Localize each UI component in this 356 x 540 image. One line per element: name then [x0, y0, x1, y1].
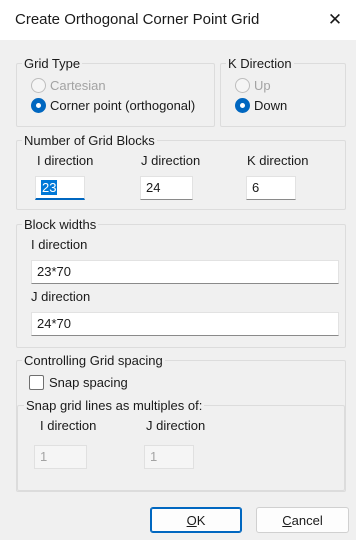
grid-spacing-legend: Controlling Grid spacing: [22, 353, 165, 368]
grid-blocks-group: Number of Grid Blocks I direction J dire…: [16, 133, 346, 210]
close-icon: ✕: [327, 10, 343, 29]
grid-blocks-j-input[interactable]: 24: [140, 176, 193, 200]
down-radio-circle: [235, 97, 250, 113]
snap-spacing-checkbox[interactable]: Snap spacing: [29, 375, 128, 390]
up-radio[interactable]: Up: [235, 76, 271, 94]
down-radio[interactable]: Down: [235, 96, 287, 114]
corner-point-label: Corner point (orthogonal): [50, 97, 196, 113]
grid-type-group: Grid Type Cartesian Corner point (orthog…: [16, 56, 215, 127]
cancel-rest: ancel: [291, 512, 323, 528]
grid-blocks-j-label: J direction: [141, 153, 201, 168]
ok-mnemonic: O: [186, 512, 197, 528]
grid-blocks-k-input[interactable]: 6: [246, 176, 296, 200]
snap-i-label: I direction: [40, 418, 97, 433]
snap-spacing-label: Snap spacing: [49, 375, 128, 390]
block-widths-i-label: I direction: [31, 237, 88, 252]
snap-j-label: J direction: [146, 418, 206, 433]
snap-j-value: 1: [150, 449, 158, 464]
grid-blocks-j-value: 24: [146, 180, 161, 195]
k-direction-group: K Direction Up Down: [220, 56, 346, 127]
grid-blocks-i-value: 23: [41, 180, 58, 195]
grid-spacing-group: Controlling Grid spacing Snap spacing Sn…: [16, 353, 346, 492]
grid-blocks-k-label: K direction: [247, 153, 309, 168]
grid-type-legend: Grid Type: [22, 56, 83, 71]
ok-rest: K: [196, 512, 206, 528]
block-widths-group: Block widths I direction 23*70 J directi…: [16, 217, 346, 348]
grid-blocks-i-input[interactable]: 23: [35, 176, 85, 200]
snap-multiples-group: Snap grid lines as multiples of: I direc…: [17, 398, 345, 491]
cartesian-radio-circle: [31, 77, 46, 93]
cancel-mnemonic: C: [282, 512, 292, 528]
block-widths-j-label: J direction: [31, 289, 91, 304]
dialog-title: Create Orthogonal Corner Point Grid: [15, 11, 260, 28]
block-widths-i-value: 23*70: [37, 264, 71, 279]
block-widths-i-input[interactable]: 23*70: [31, 260, 339, 284]
block-widths-legend: Block widths: [22, 217, 99, 232]
up-radio-circle: [235, 77, 250, 93]
corner-point-radio-circle: [31, 97, 46, 113]
snap-i-value: 1: [40, 449, 48, 464]
cartesian-label: Cartesian: [50, 77, 106, 93]
down-label: Down: [254, 97, 288, 113]
ok-button[interactable]: OK: [150, 507, 242, 533]
block-widths-j-input[interactable]: 24*70: [31, 312, 339, 336]
title-bar: Create Orthogonal Corner Point Grid ✕: [0, 0, 356, 40]
grid-blocks-legend: Number of Grid Blocks: [22, 133, 157, 148]
k-direction-legend: K Direction: [226, 56, 294, 71]
snap-i-input[interactable]: 1: [34, 445, 87, 469]
cancel-button[interactable]: Cancel: [256, 507, 349, 533]
close-button[interactable]: ✕: [318, 4, 352, 36]
corner-point-radio[interactable]: Corner point (orthogonal): [31, 96, 195, 114]
grid-blocks-k-value: 6: [252, 180, 260, 195]
snap-j-input[interactable]: 1: [144, 445, 194, 469]
snap-spacing-box: [29, 375, 44, 390]
cartesian-radio[interactable]: Cartesian: [31, 76, 106, 94]
block-widths-j-value: 24*70: [37, 316, 71, 331]
snap-multiples-legend: Snap grid lines as multiples of:: [24, 398, 205, 413]
up-label: Up: [254, 77, 271, 93]
grid-blocks-i-label: I direction: [37, 153, 94, 168]
